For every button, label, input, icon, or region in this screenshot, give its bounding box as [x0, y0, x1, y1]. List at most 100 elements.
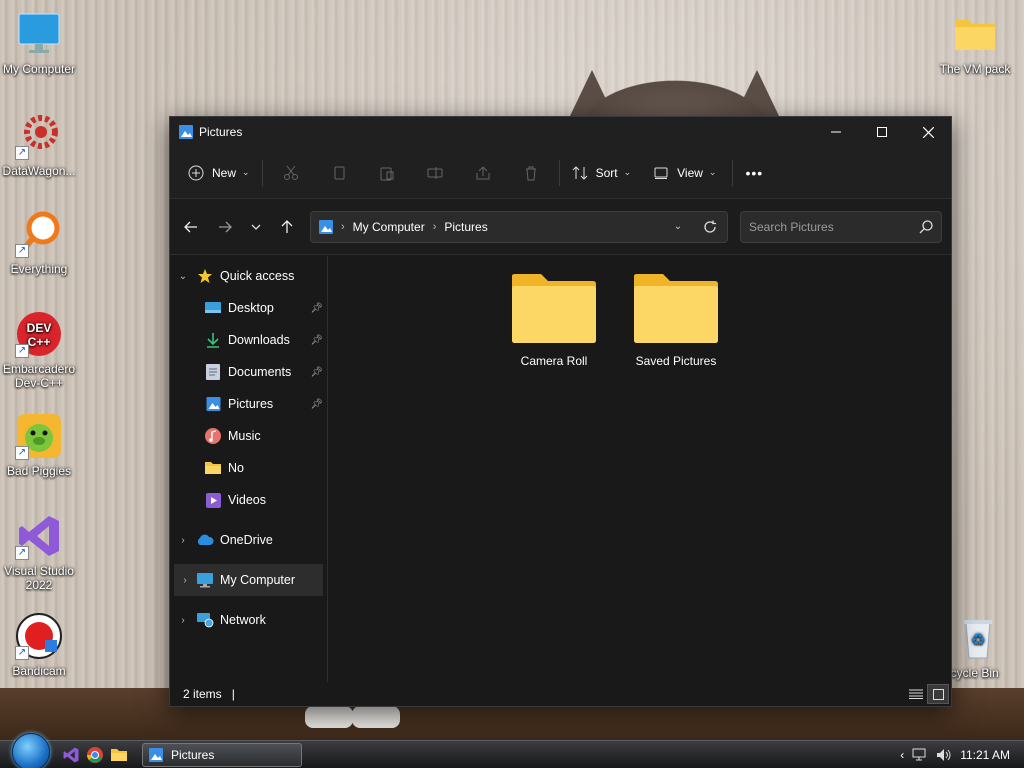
chevron-right-icon[interactable]: › [170, 615, 196, 626]
delete-button[interactable] [507, 157, 555, 189]
title-bar[interactable]: Pictures [170, 117, 951, 147]
monitor-icon [196, 572, 214, 588]
desktop-icon-devcpp[interactable]: DEV C++ ↗ Embarcadero Dev-C++ [0, 310, 79, 390]
magnifier-icon: ↗ [15, 210, 63, 258]
new-button-label: New [212, 165, 237, 180]
chevron-down-icon[interactable]: ⌄ [170, 271, 196, 282]
start-button[interactable] [12, 732, 50, 768]
copy-button[interactable] [315, 157, 363, 189]
desktop-icon-everything[interactable]: ↗ Everything [0, 210, 79, 276]
taskbar-button-pictures[interactable]: Pictures [142, 742, 302, 767]
chevron-right-icon[interactable]: › [174, 575, 196, 586]
pin-icon[interactable]: 📌︎ [310, 399, 323, 410]
desktop-icon-datawagon[interactable]: ↗ DataWagon... [0, 112, 79, 178]
refresh-button[interactable] [693, 212, 727, 242]
nav-item-network[interactable]: › Network [170, 604, 327, 636]
sort-button-label: Sort [595, 165, 618, 180]
desktop-icon-visual-studio[interactable]: ↗ Visual Studio 2022 [0, 512, 79, 592]
desktop-icon-bandicam[interactable]: ↗ Bandicam [0, 612, 79, 678]
view-button[interactable]: View ⌄ [645, 157, 724, 189]
folder-name: Camera Roll [520, 354, 588, 368]
nav-item-downloads[interactable]: Downloads 📌︎ [170, 324, 327, 356]
nav-item-desktop[interactable]: Desktop 📌︎ [170, 292, 327, 324]
monitor-icon [15, 10, 63, 58]
star-icon [196, 268, 214, 284]
refresh-icon [704, 220, 716, 233]
large-icons-view-button[interactable] [927, 684, 949, 704]
desktop-icon-my-computer[interactable]: My Computer [0, 10, 79, 76]
desktop-icon-bad-piggies[interactable]: ↗ Bad Piggies [0, 412, 79, 478]
music-icon [204, 428, 222, 444]
arrow-right-icon [219, 221, 232, 232]
show-hidden-icons-button[interactable]: ‹ [900, 748, 904, 762]
search-icon[interactable] [919, 219, 933, 234]
folder-name: Saved Pictures [635, 354, 717, 368]
nav-item-pictures[interactable]: Pictures 📌︎ [170, 388, 327, 420]
desktop-icon-label: ecycle Bin [944, 666, 999, 680]
breadcrumb-pictures[interactable]: Pictures [444, 220, 487, 234]
file-explorer-icon[interactable] [110, 746, 128, 764]
view-button-label: View [677, 165, 703, 180]
network-icon[interactable] [912, 748, 928, 762]
up-button[interactable] [270, 212, 304, 242]
nav-item-no[interactable]: No [170, 452, 327, 484]
chrome-icon[interactable] [86, 746, 104, 764]
desktop-icon-label: Embarcadero Dev-C++ [2, 362, 76, 390]
chevron-down-icon: ⌄ [623, 167, 632, 177]
chevron-right-icon[interactable]: › [170, 535, 196, 546]
folder-saved-pictures[interactable]: Saved Pictures [622, 274, 730, 368]
sort-button[interactable]: Sort ⌄ [564, 157, 640, 189]
shortcut-arrow-icon: ↗ [15, 646, 29, 660]
pin-icon[interactable]: 📌︎ [310, 335, 323, 346]
clock[interactable]: 11:21 AM [960, 748, 1010, 762]
rename-button[interactable] [411, 157, 459, 189]
nav-item-quick-access[interactable]: ⌄ Quick access [170, 260, 327, 292]
address-dropdown-button[interactable]: ⌄ [663, 221, 693, 232]
share-button[interactable] [459, 157, 507, 189]
nav-item-my-computer[interactable]: › My Computer [174, 564, 323, 596]
recent-locations-button[interactable] [242, 212, 270, 242]
volume-icon[interactable] [936, 748, 952, 762]
back-button[interactable] [174, 212, 208, 242]
see-more-button[interactable]: ••• [737, 157, 771, 189]
minimize-button[interactable] [813, 117, 859, 147]
desktop-icon-recycle-bin[interactable]: ♻ ecycle Bin [944, 614, 1024, 680]
system-tray: ‹ 11:21 AM [900, 748, 1010, 762]
nav-item-documents[interactable]: Documents 📌︎ [170, 356, 327, 388]
scissors-icon [283, 165, 298, 180]
nav-item-videos[interactable]: Videos [170, 484, 327, 516]
chevron-down-icon: ⌄ [708, 167, 717, 177]
toolbar-divider [558, 159, 560, 186]
search-box[interactable] [740, 210, 942, 243]
document-icon [204, 364, 222, 380]
search-input[interactable] [749, 219, 919, 234]
nav-item-music[interactable]: Music [170, 420, 327, 452]
pin-icon[interactable]: 📌︎ [310, 367, 323, 378]
new-button[interactable]: New ⌄ [180, 157, 258, 189]
address-bar[interactable]: › My Computer › Pictures ⌄ [310, 210, 728, 243]
close-button[interactable] [905, 117, 951, 147]
minimize-icon [831, 131, 841, 133]
cut-button[interactable] [267, 157, 315, 189]
desktop-icon-label: Everything [10, 262, 68, 276]
nav-item-label: No [228, 461, 244, 475]
nav-item-label: Desktop [228, 301, 274, 315]
maximize-button[interactable] [859, 117, 905, 147]
visual-studio-icon[interactable] [62, 746, 80, 764]
desktop-icon-vm-pack[interactable]: The VM pack [935, 10, 1015, 76]
details-view-button[interactable] [905, 684, 927, 704]
forward-button[interactable] [208, 212, 242, 242]
breadcrumb-my-computer[interactable]: My Computer [353, 220, 425, 234]
nav-item-label: Quick access [220, 269, 295, 283]
shortcut-arrow-icon: ↗ [15, 446, 29, 460]
file-list: Camera Roll Saved Pictures [328, 256, 951, 682]
paste-button[interactable] [363, 157, 411, 189]
rename-icon [427, 166, 443, 179]
folder-camera-roll[interactable]: Camera Roll [500, 274, 608, 368]
tiles-view-icon [932, 688, 944, 700]
nav-item-onedrive[interactable]: › OneDrive [170, 524, 327, 556]
devcpp-icon: DEV C++ ↗ [15, 310, 63, 358]
pin-icon[interactable]: 📌︎ [310, 303, 323, 314]
